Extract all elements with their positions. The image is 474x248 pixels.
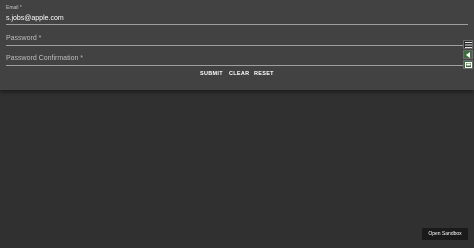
form-actions: SUBMIT CLEAR RESET: [0, 69, 474, 79]
form-card: Email * s.jobs@apple.com Password * Pass…: [0, 0, 474, 90]
open-sandbox-button[interactable]: Open Sandbox: [422, 228, 468, 240]
side-toolbar: [463, 40, 473, 70]
email-field[interactable]: Email * s.jobs@apple.com: [6, 5, 468, 25]
page: Email * s.jobs@apple.com Password * Pass…: [0, 0, 474, 248]
password-underline: [6, 45, 468, 46]
password-field[interactable]: Password *: [6, 33, 468, 46]
password-confirmation-underline: [6, 65, 468, 66]
panel-icon[interactable]: [463, 60, 473, 69]
reset-button[interactable]: RESET: [254, 69, 274, 79]
password-confirmation-field[interactable]: Password Confirmation *: [6, 53, 468, 66]
clear-button[interactable]: CLEAR: [229, 69, 249, 79]
password-label: Password *: [6, 35, 42, 42]
menu-icon[interactable]: [463, 40, 473, 49]
password-confirmation-label: Password Confirmation *: [6, 55, 84, 62]
email-underline: [6, 24, 468, 25]
email-value[interactable]: s.jobs@apple.com: [6, 14, 64, 23]
email-label: Email *: [6, 5, 22, 11]
submit-button[interactable]: SUBMIT: [200, 69, 223, 79]
arrow-left-icon[interactable]: [463, 50, 473, 59]
